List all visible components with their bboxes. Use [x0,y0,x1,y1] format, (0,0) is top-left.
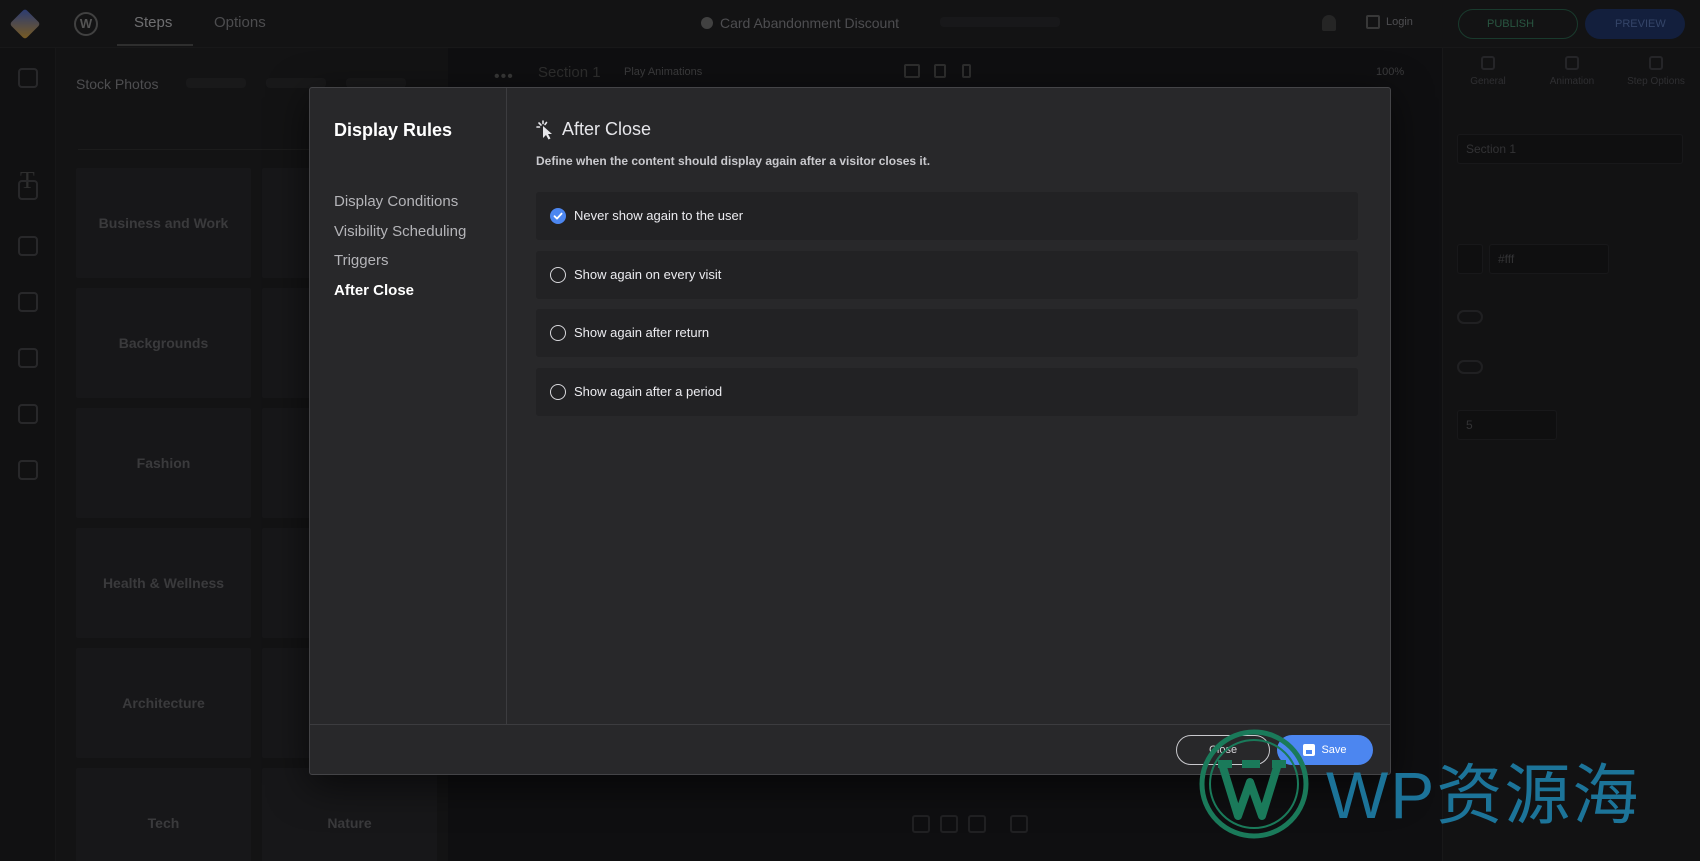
radio-unchecked[interactable] [550,325,566,341]
radio-unchecked[interactable] [550,383,566,400]
nav-after-close[interactable]: After Close [334,281,466,311]
option-every-visit[interactable]: Show again on every visit [536,250,1358,299]
watermark: WP资源海 [1198,728,1688,839]
rules-nav: Display Conditions Visibility Scheduling… [334,192,466,310]
after-close-panel: After Close Define when the content shou… [508,88,1390,724]
after-close-options: Never show again to the user Show again … [536,192,1358,426]
watermark-text: WP资源海 [1326,758,1641,832]
radio-checked[interactable] [550,208,566,224]
option-label: Never show again to the user [574,208,744,223]
option-label: Show again after a period [574,383,723,399]
modal-sidebar: Display Rules Display Conditions Visibil… [310,88,507,724]
radio-unchecked[interactable] [550,266,566,283]
option-label: Show again after return [574,325,710,340]
nav-visibility-scheduling[interactable]: Visibility Scheduling [334,222,466,252]
cursor-click-icon [536,120,552,140]
modal-title: Display Rules [334,120,453,140]
check-icon [553,212,563,220]
option-after-return[interactable]: Show again after return [536,309,1358,357]
section-heading: After Close [562,119,652,139]
display-rules-modal: Display Rules Display Conditions Visibil… [309,87,1391,775]
option-label: Show again on every visit [574,266,722,282]
nav-triggers[interactable]: Triggers [334,251,466,281]
option-after-period[interactable]: Show again after a period [536,367,1358,416]
wordpress-logo-icon [1199,729,1309,839]
section-description: Define when the content should display a… [536,154,931,168]
option-never-show[interactable]: Never show again to the user [536,192,1358,240]
nav-display-conditions[interactable]: Display Conditions [334,192,466,222]
